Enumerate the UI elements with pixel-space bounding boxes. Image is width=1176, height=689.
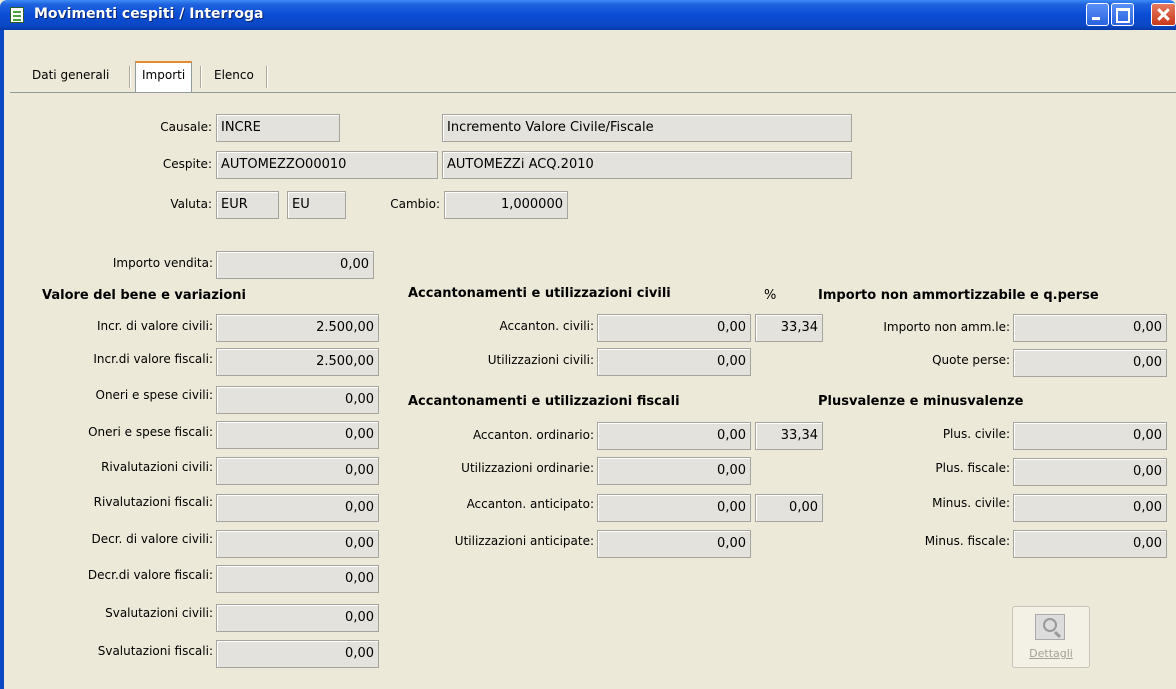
oneri-spese-civili-field[interactable]: 0,00 — [216, 386, 379, 414]
percent-header: % — [764, 288, 777, 303]
incr-valore-civili-field[interactable]: 2.500,00 — [216, 314, 379, 342]
plus-civile-field[interactable]: 0,00 — [1013, 422, 1167, 450]
window-frame — [0, 30, 4, 689]
tab-separator — [266, 66, 268, 88]
section-acc-fiscali-title: Accantonamenti e utilizzazioni fiscali — [408, 394, 680, 409]
row-label: Oneri e spese civili: — [95, 388, 214, 402]
importo-vendita-label: Importo vendita: — [112, 256, 213, 270]
oneri-spese-fiscali-field[interactable]: 0,00 — [216, 421, 379, 449]
row-label: Rivalutazioni civili: — [101, 460, 213, 474]
row-label: Minus. civile: — [932, 496, 1010, 510]
title-bar[interactable]: Movimenti cespiti / Interroga — [0, 0, 1176, 30]
decr-valore-fiscali-field[interactable]: 0,00 — [216, 565, 379, 593]
cambio-field[interactable]: 1,000000 — [444, 191, 568, 219]
row-label: Quote perse: — [932, 353, 1010, 367]
cespite-code-field[interactable]: AUTOMEZZO00010 — [216, 151, 438, 179]
row-label: Rivalutazioni fiscali: — [93, 495, 213, 509]
valuta-symbol-field[interactable]: EU — [287, 191, 346, 219]
accanton-ordinario-field[interactable]: 0,00 — [597, 422, 751, 450]
row-label: Incr.di valore fiscali: — [93, 352, 213, 366]
row-label: Svalutazioni fiscali: — [97, 644, 213, 658]
section-valore-bene-title: Valore del bene e variazioni — [42, 288, 246, 303]
minus-fiscale-field[interactable]: 0,00 — [1013, 530, 1167, 558]
tab-elenco[interactable]: Elenco — [208, 63, 260, 91]
accanton-ordinario-percent-field[interactable]: 33,34 — [755, 422, 823, 450]
importo-non-amm-field[interactable]: 0,00 — [1013, 314, 1167, 342]
row-label: Plus. civile: — [942, 427, 1010, 441]
causale-label: Causale: — [160, 120, 212, 134]
tab-separator — [129, 66, 131, 88]
magnifier-icon — [1035, 614, 1065, 640]
dettagli-label: Dettagli — [1029, 647, 1073, 660]
importo-vendita-field[interactable]: 0,00 — [216, 251, 374, 279]
accanton-anticipato-field[interactable]: 0,00 — [597, 494, 751, 522]
valuta-label: Valuta: — [170, 197, 212, 211]
row-label: Minus. fiscale: — [924, 534, 1010, 548]
window: Movimenti cespiti / Interroga Dati gener… — [0, 0, 1176, 689]
svalutazioni-civili-field[interactable]: 0,00 — [216, 604, 379, 632]
cambio-label: Cambio: — [390, 197, 440, 211]
app-icon — [10, 7, 24, 23]
accanton-civili-percent-field[interactable]: 33,34 — [755, 314, 823, 342]
plus-fiscale-field[interactable]: 0,00 — [1013, 458, 1167, 486]
decr-valore-civili-field[interactable]: 0,00 — [216, 530, 379, 558]
row-label: Incr. di valore civili: — [96, 319, 213, 333]
section-acc-civili-title: Accantonamenti e utilizzazioni civili — [408, 286, 671, 301]
row-label: Utilizzazioni civili: — [487, 353, 594, 367]
incr-valore-fiscali-field[interactable]: 2.500,00 — [216, 348, 379, 376]
tab-dati-generali[interactable]: Dati generali — [26, 63, 115, 91]
valuta-code-field[interactable]: EUR — [216, 191, 279, 219]
utilizzazioni-ordinarie-field[interactable]: 0,00 — [597, 457, 751, 485]
tab-importi[interactable]: Importi — [135, 61, 193, 93]
rivalutazioni-civili-field[interactable]: 0,00 — [216, 457, 379, 485]
row-label: Accanton. civili: — [499, 319, 594, 333]
section-non-amm-title: Importo non ammortizzabile e q.perse — [818, 288, 1099, 303]
close-button[interactable] — [1151, 3, 1176, 26]
svalutazioni-fiscali-field[interactable]: 0,00 — [216, 640, 379, 668]
utilizzazioni-civili-field[interactable]: 0,00 — [597, 348, 751, 376]
causale-code-field[interactable]: INCRE — [216, 114, 340, 142]
row-label: Accanton. ordinario: — [472, 428, 594, 442]
row-label: Oneri e spese fiscali: — [88, 425, 213, 439]
row-label: Plus. fiscale: — [935, 461, 1010, 475]
rivalutazioni-fiscali-field[interactable]: 0,00 — [216, 494, 379, 522]
quote-perse-field[interactable]: 0,00 — [1013, 349, 1167, 377]
minus-civile-field[interactable]: 0,00 — [1013, 494, 1167, 522]
row-label: Decr.di valore fiscali: — [87, 568, 213, 582]
accanton-anticipato-percent-field[interactable]: 0,00 — [755, 494, 823, 522]
row-label: Decr. di valore civili: — [91, 532, 213, 546]
row-label: Svalutazioni civili: — [105, 606, 213, 620]
causale-description-field[interactable]: Incremento Valore Civile/Fiscale — [442, 114, 852, 142]
row-label: Importo non amm.le: — [883, 320, 1010, 334]
row-label: Accanton. anticipato: — [466, 497, 594, 511]
maximize-button[interactable] — [1111, 3, 1134, 26]
minimize-button[interactable] — [1086, 3, 1109, 26]
cespite-description-field[interactable]: AUTOMEZZi ACQ.2010 — [442, 151, 852, 179]
row-label: Utilizzazioni ordinarie: — [461, 461, 594, 475]
accanton-civili-field[interactable]: 0,00 — [597, 314, 751, 342]
dettagli-button[interactable]: Dettagli — [1012, 606, 1090, 668]
utilizzazioni-anticipate-field[interactable]: 0,00 — [597, 530, 751, 558]
section-plusvalenze-title: Plusvalenze e minusvalenze — [818, 394, 1024, 409]
row-label: Utilizzazioni anticipate: — [454, 534, 594, 548]
window-title: Movimenti cespiti / Interroga — [34, 6, 264, 22]
cespite-label: Cespite: — [162, 157, 212, 171]
tab-separator — [200, 66, 202, 88]
